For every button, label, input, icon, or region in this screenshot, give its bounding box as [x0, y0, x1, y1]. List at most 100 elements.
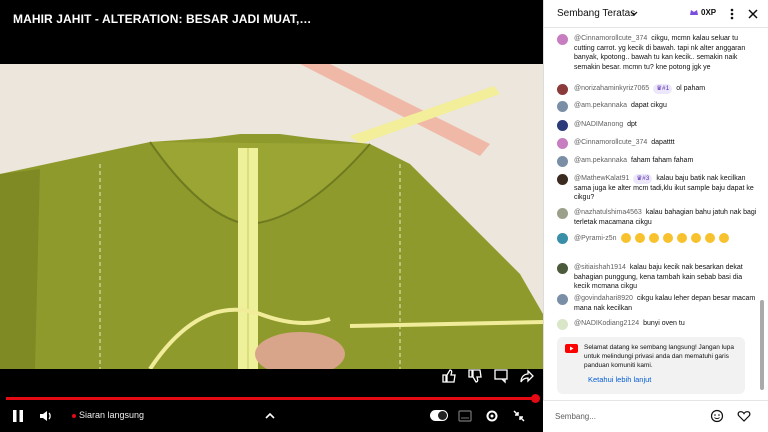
- chat-message: @govindahari8920 cikgu kalau leher depan …: [557, 294, 757, 313]
- chat-message-body: @Cinnamorollcute_374 dapatttt: [574, 138, 757, 148]
- progress-bar[interactable]: [6, 397, 538, 400]
- chat-author[interactable]: @NADIManong: [574, 121, 623, 128]
- avatar[interactable]: [557, 101, 568, 112]
- avatar[interactable]: [557, 120, 568, 131]
- chat-message-body: @am.pekannaka dapat cikgu: [574, 101, 757, 111]
- chat-input[interactable]: [555, 407, 705, 425]
- avatar[interactable]: [557, 34, 568, 45]
- chat-author[interactable]: @Cinnamorollcute_374: [574, 139, 647, 146]
- chat-message: @am.pekannaka dapat cikgu: [557, 101, 757, 112]
- like-icon[interactable]: [441, 368, 457, 384]
- share-icon[interactable]: [519, 368, 535, 384]
- chat-author[interactable]: @am.pekannaka: [574, 157, 627, 164]
- chat-message-body: @sitiaishah1914 kalau baju kecik nak besa…: [574, 263, 757, 292]
- video-scene: [0, 64, 543, 369]
- avatar[interactable]: [557, 174, 568, 185]
- emoji-icon: [648, 233, 659, 243]
- chat-author[interactable]: @NADIKodiang2124: [574, 320, 639, 327]
- live-indicator: [72, 414, 76, 418]
- avatar[interactable]: [557, 319, 568, 330]
- chat-message-body: @govindahari8920 cikgu kalau leher depan …: [574, 294, 757, 313]
- chat-text: dpt: [627, 121, 637, 128]
- learn-more-link[interactable]: Ketahui lebih lanjut: [588, 375, 651, 384]
- crown-icon: [690, 10, 698, 15]
- chat-message: @NADIKodiang2124 bunyi oven tu: [557, 319, 757, 330]
- chat-message-body: @norizahaminkyriz7065 ♛#1 ol paham: [574, 84, 757, 94]
- welcome-notice-text: Selamat datang ke sembang langsung! Jang…: [584, 344, 734, 369]
- comment-icon[interactable]: [493, 368, 509, 384]
- avatar[interactable]: [557, 294, 568, 305]
- emoji-icon: [634, 233, 645, 243]
- volume-icon[interactable]: [38, 408, 54, 424]
- chat-message: @sitiaishah1914 kalau baju kecik nak besa…: [557, 263, 757, 292]
- chat-message: @NADIManong dpt: [557, 120, 757, 131]
- close-icon[interactable]: [746, 7, 760, 21]
- settings-icon[interactable]: [484, 408, 500, 424]
- video-frame[interactable]: [0, 64, 543, 369]
- avatar[interactable]: [557, 208, 568, 219]
- emoji-icon: [718, 233, 729, 243]
- chat-author[interactable]: @Pyrami-z5n: [574, 235, 617, 242]
- chat-message-body: @NADIManong dpt: [574, 120, 757, 130]
- chat-text: faham faham faham: [631, 157, 694, 164]
- chat-message-body: @am.pekannaka faham faham faham: [574, 156, 757, 166]
- avatar[interactable]: [557, 156, 568, 167]
- avatar[interactable]: [557, 138, 568, 149]
- subtitles-icon[interactable]: [457, 408, 473, 424]
- chat-message: @norizahaminkyriz7065 ♛#1 ol paham: [557, 84, 757, 95]
- emoji-icon: [620, 233, 631, 243]
- chat-author[interactable]: @am.pekannaka: [574, 102, 627, 109]
- pause-icon[interactable]: [10, 408, 26, 424]
- chat-message-body: @Cinnamorollcute_374 cikgu, mcmn kalau se…: [574, 34, 757, 72]
- reaction-bar: [441, 368, 535, 384]
- chat-composer: [543, 400, 768, 432]
- chat-text: dapatttt: [651, 139, 675, 146]
- chat-message: @Pyrami-z5n: [557, 233, 757, 244]
- autoplay-toggle[interactable]: [430, 410, 448, 421]
- player-controls: Siaran langsung: [0, 404, 543, 428]
- chevron-down-icon[interactable]: [629, 9, 639, 19]
- video-title: MAHIR JAHIT - ALTERATION: BESAR JADI MUA…: [13, 12, 313, 26]
- chat-author[interactable]: @Cinnamorollcute_374: [574, 35, 647, 42]
- emoji-icon: [676, 233, 687, 243]
- emoji-icon: [704, 233, 715, 243]
- video-player[interactable]: MAHIR JAHIT - ALTERATION: BESAR JADI MUA…: [0, 0, 543, 432]
- emoji-icon[interactable]: [710, 409, 724, 423]
- heart-icon[interactable]: [737, 409, 751, 423]
- chat-message-body: @Pyrami-z5n: [574, 233, 757, 243]
- live-label: Siaran langsung: [79, 410, 145, 420]
- avatar[interactable]: [557, 263, 568, 274]
- chat-message: @am.pekannaka faham faham faham: [557, 156, 757, 167]
- chat-author[interactable]: @sitiaishah1914: [574, 264, 626, 271]
- chat-mode-selector[interactable]: Sembang Teratas: [557, 8, 635, 19]
- avatar[interactable]: [557, 84, 568, 95]
- chat-message-body: @NADIKodiang2124 bunyi oven tu: [574, 319, 757, 329]
- points-badge[interactable]: 0XP: [689, 7, 716, 17]
- chat-message: @Cinnamorollcute_374 dapatttt: [557, 138, 757, 149]
- collapse-icon[interactable]: [511, 408, 527, 424]
- rank-badge: ♛#1: [653, 84, 673, 94]
- chat-message: @nazhatulshima4563 kalau bahagian bahu ja…: [557, 208, 757, 227]
- chat-author[interactable]: @govindahari8920: [574, 295, 633, 302]
- chat-message-body: @nazhatulshima4563 kalau bahagian bahu ja…: [574, 208, 757, 227]
- welcome-notice: Selamat datang ke sembang langsung! Jang…: [557, 337, 745, 394]
- avatar[interactable]: [557, 233, 568, 244]
- chat-message: @Cinnamorollcute_374 cikgu, mcmn kalau se…: [557, 34, 757, 72]
- chat-author[interactable]: @norizahaminkyriz7065: [574, 85, 649, 92]
- youtube-icon: [565, 344, 578, 353]
- chat-text: bunyi oven tu: [643, 320, 685, 327]
- chat-scrollbar[interactable]: [760, 300, 764, 390]
- emoji-icon: [662, 233, 673, 243]
- emoji-icon: [690, 233, 701, 243]
- chat-text: dapat cikgu: [631, 102, 667, 109]
- progress-scrubber[interactable]: [531, 394, 540, 403]
- dislike-icon[interactable]: [467, 368, 483, 384]
- chat-message-body: @MathewKalat91 ♛#3 kalau baju batik nak ke…: [574, 174, 757, 203]
- chat-author[interactable]: @nazhatulshima4563: [574, 209, 642, 216]
- points-value: 0XP: [701, 7, 717, 17]
- chat-author[interactable]: @MathewKalat91: [574, 175, 629, 182]
- chevron-up-icon[interactable]: [262, 408, 278, 424]
- more-icon[interactable]: [726, 7, 738, 21]
- chat-header: Sembang Teratas 0XP: [544, 0, 768, 28]
- chat-message: @MathewKalat91 ♛#3 kalau baju batik nak ke…: [557, 174, 757, 203]
